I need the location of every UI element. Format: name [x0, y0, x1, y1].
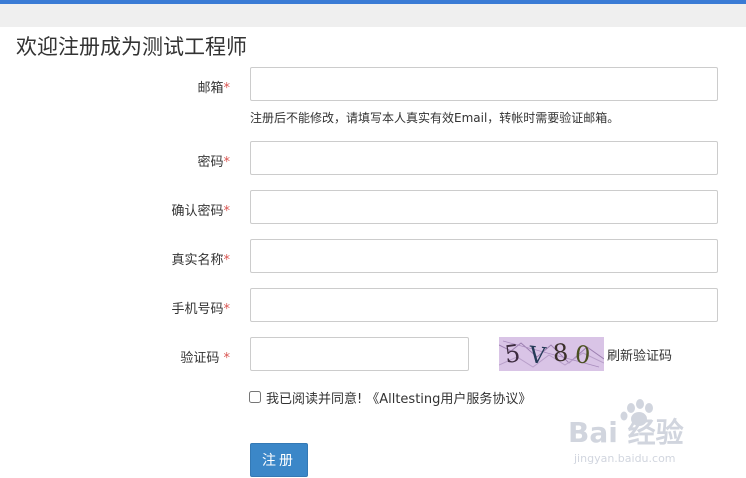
email-input[interactable] [250, 67, 718, 101]
real-name-label-text: 真实名称 [171, 253, 224, 268]
captcha-label-text: 验证码 [180, 351, 224, 366]
required-mark: * [223, 155, 231, 170]
required-mark: * [223, 302, 231, 317]
required-mark: * [223, 81, 231, 96]
captcha-char-2: V [527, 342, 548, 370]
registration-page: 欢迎注册成为测试工程师 邮箱* 注册后不能修改，请填写本人真实有效Email，转… [0, 0, 746, 478]
agreement-text: 我已阅读并同意! [266, 391, 363, 407]
email-label: 邮箱* [0, 77, 230, 96]
confirm-password-input[interactable] [250, 190, 718, 224]
confirm-password-label: 确认密码* [0, 200, 230, 219]
agreement-row: 我已阅读并同意! 《Alltesting用户服务协议》 [249, 388, 531, 407]
page-title: 欢迎注册成为测试工程师 [16, 35, 247, 59]
required-mark: * [223, 351, 231, 366]
required-mark: * [223, 204, 231, 219]
required-mark: * [223, 253, 231, 268]
captcha-label: 验证码 * [0, 347, 230, 366]
agreement-link[interactable]: 《Alltesting用户服务协议》 [366, 388, 531, 407]
email-help-text: 注册后不能修改，请填写本人真实有效Email，转帐时需要验证邮箱。 [250, 111, 620, 125]
password-label-text: 密码 [197, 155, 224, 170]
agreement-checkbox[interactable] [249, 391, 261, 403]
real-name-input[interactable] [250, 239, 718, 273]
real-name-label: 真实名称* [0, 249, 230, 268]
password-input[interactable] [250, 141, 718, 175]
phone-label-text: 手机号码 [171, 302, 224, 317]
watermark-url: jingyan.baidu.com [573, 452, 676, 465]
phone-input[interactable] [250, 288, 718, 322]
top-bar [0, 4, 746, 27]
watermark-brand: Bai 经验 [568, 416, 684, 449]
captcha-char-4: 0 [574, 340, 592, 369]
email-label-text: 邮箱 [197, 81, 224, 96]
captcha-input[interactable] [250, 337, 469, 371]
password-label: 密码* [0, 151, 230, 170]
confirm-password-label-text: 确认密码 [171, 204, 224, 219]
phone-label: 手机号码* [0, 298, 230, 317]
register-button[interactable]: 注册 [250, 443, 308, 477]
refresh-captcha-link[interactable]: 刷新验证码 [607, 345, 672, 364]
captcha-char-3: 8 [552, 339, 569, 368]
captcha-image[interactable]: 5 V 8 0 [499, 337, 604, 371]
baidu-jingyan-watermark: Bai 经验 jingyan.baidu.com [568, 399, 684, 465]
